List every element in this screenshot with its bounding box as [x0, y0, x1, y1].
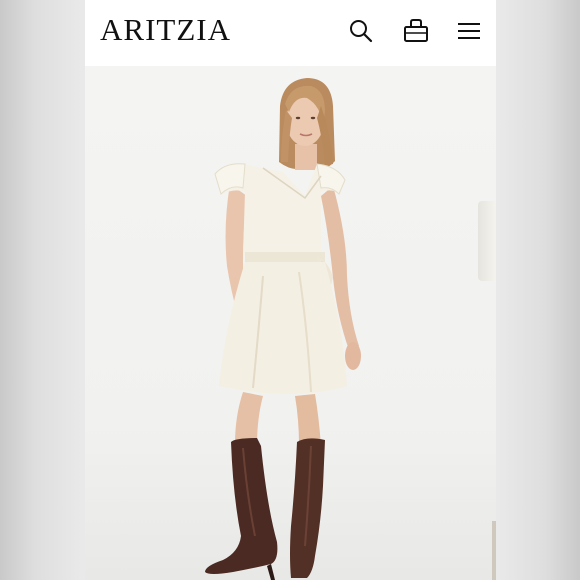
screenshot-frame: ARITZIA	[0, 0, 580, 580]
brand-logo[interactable]: ARITZIA	[100, 12, 231, 48]
product-photo	[205, 78, 361, 580]
menu-button[interactable]	[454, 16, 484, 46]
hamburger-menu-icon	[458, 23, 480, 39]
shopping-bag-icon	[404, 19, 428, 42]
search-button[interactable]	[346, 16, 376, 46]
search-icon	[350, 20, 373, 43]
mobile-page: ARITZIA	[85, 0, 496, 580]
site-header: ARITZIA	[85, 0, 496, 66]
shopping-bag-button[interactable]	[401, 16, 431, 46]
product-image-carousel[interactable]	[85, 66, 496, 580]
